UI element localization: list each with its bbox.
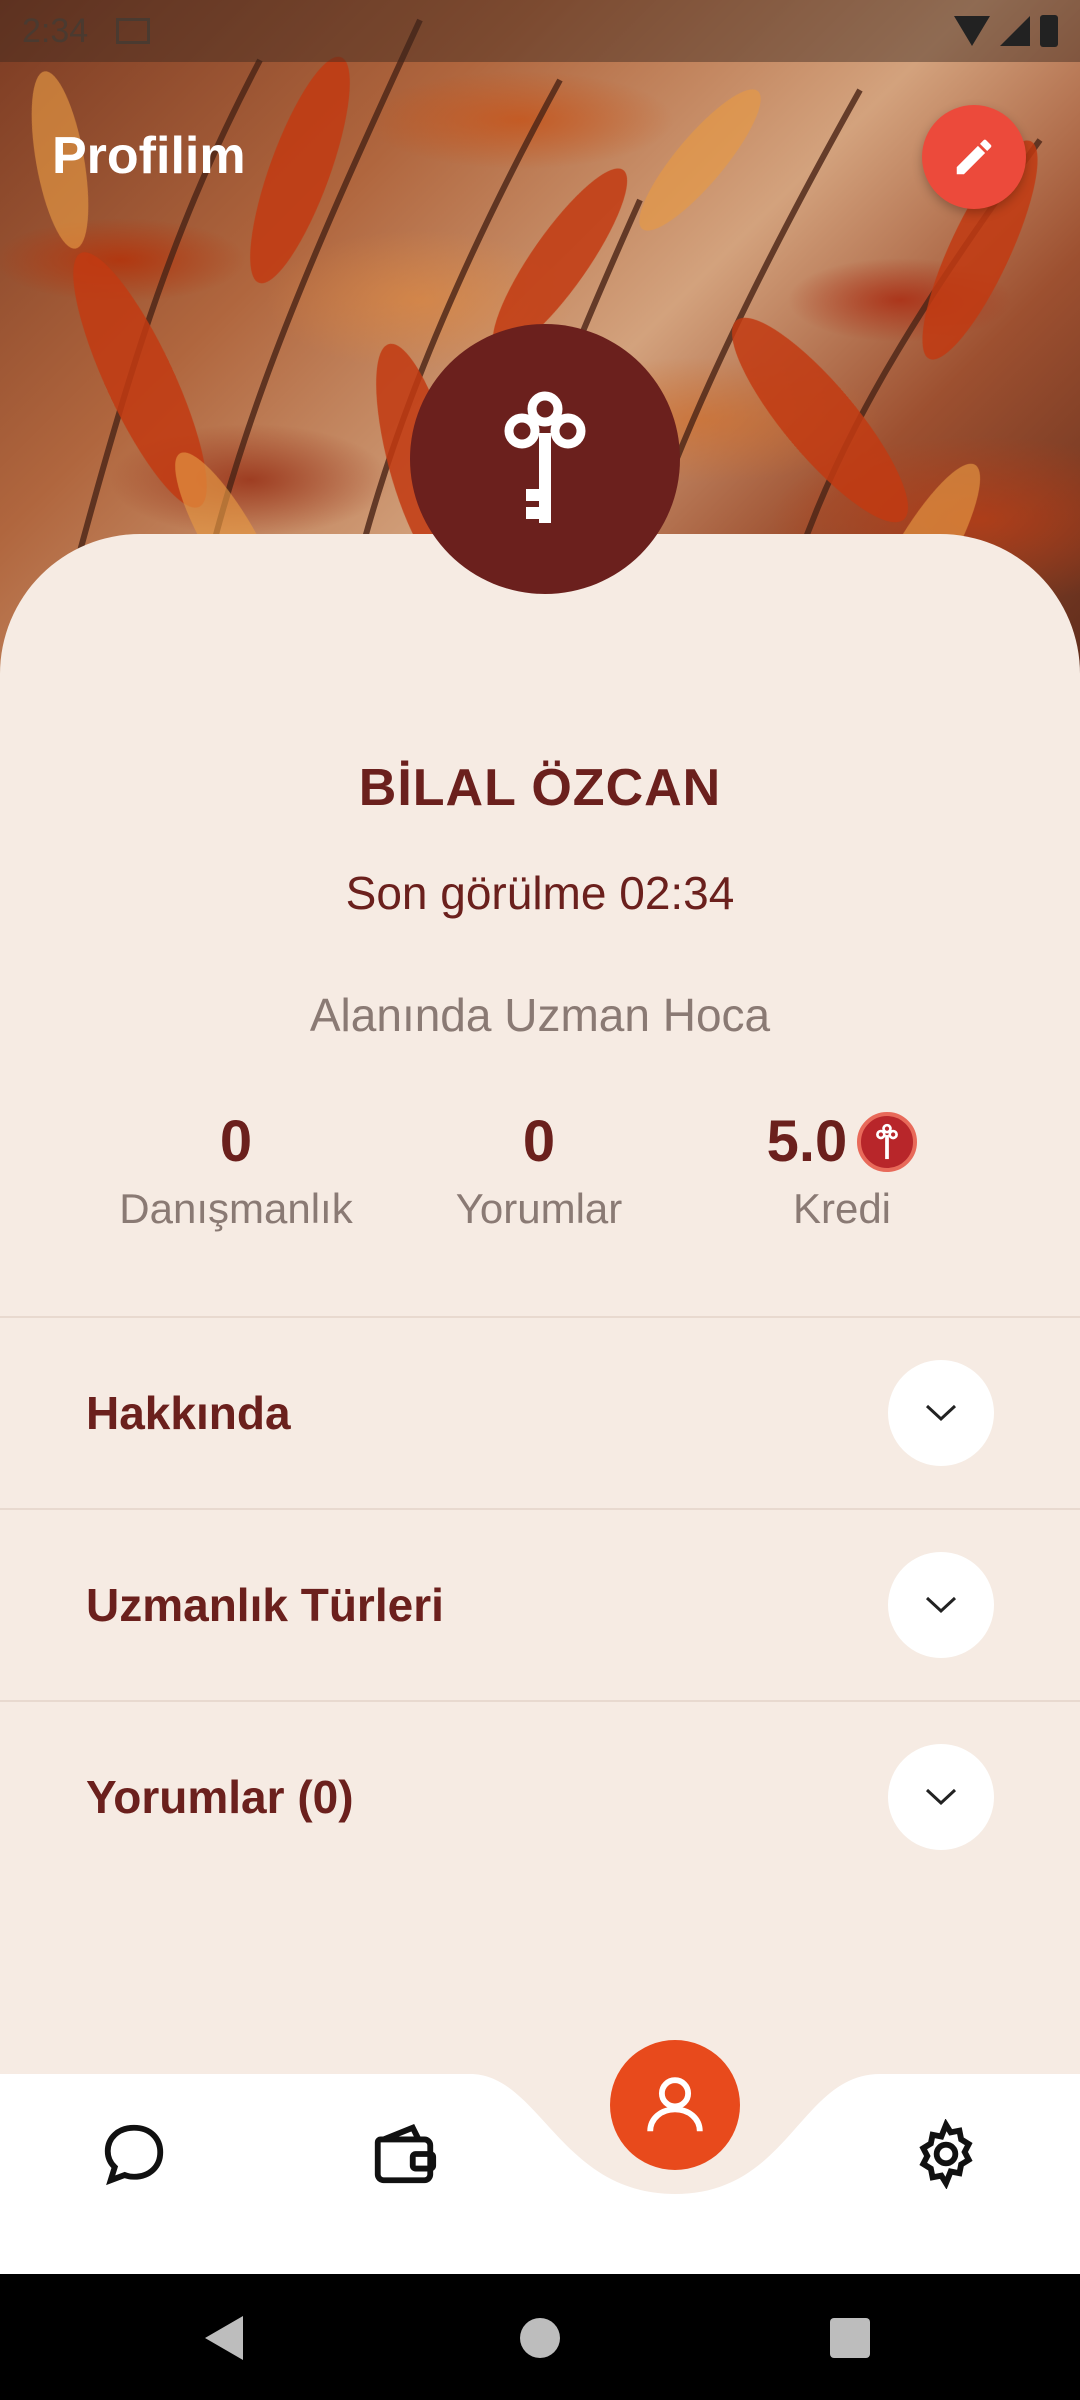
key-icon (504, 391, 586, 523)
stat-reviews-label: Yorumlar (455, 1185, 623, 1232)
chevron-down-icon (925, 1596, 957, 1614)
page-title: Profilim (52, 127, 246, 185)
expand-expertise-button[interactable] (888, 1552, 994, 1658)
status-bar: 2:34 (0, 0, 1080, 62)
edit-profile-button[interactable] (922, 105, 1026, 209)
stat-credit-value: 5.0 (766, 1109, 848, 1174)
profile-icon (647, 2077, 703, 2132)
nav-wallet[interactable] (354, 2104, 454, 2204)
section-about[interactable]: Hakkında (0, 1318, 1080, 1508)
profile-name: BİLAL ÖZCAN (358, 759, 722, 817)
stat-reviews-value: 0 (522, 1109, 556, 1174)
settings-icon (919, 2119, 973, 2189)
last-seen-text: Son görülme 02:34 (345, 867, 735, 919)
chevron-down-icon (925, 1788, 957, 1806)
section-reviews-label: Yorumlar (0) (86, 1771, 354, 1823)
chevron-down-icon (925, 1404, 957, 1422)
home-icon[interactable] (520, 2318, 560, 2358)
expand-about-button[interactable] (888, 1360, 994, 1466)
stat-consultations: 0 Danışmanlık (86, 1108, 386, 1233)
section-reviews[interactable]: Yorumlar (0) (0, 1702, 1080, 1892)
stats-row: 0 Danışmanlık 0 Yorumlar 5.0 Kredi (0, 1108, 1080, 1248)
wifi-icon (954, 16, 990, 46)
wallet-icon (374, 2124, 437, 2184)
back-icon[interactable] (205, 2316, 243, 2360)
status-time: 2:34 (22, 11, 89, 50)
stat-consultations-label: Danışmanlık (119, 1185, 353, 1232)
nav-profile-active-button[interactable] (610, 2040, 740, 2170)
nav-settings[interactable] (896, 2104, 996, 2204)
status-icons (954, 15, 1058, 47)
expand-reviews-button[interactable] (888, 1744, 994, 1850)
avatar[interactable] (410, 324, 680, 594)
chat-icon (104, 2124, 164, 2186)
nav-chat[interactable] (84, 2104, 184, 2204)
stat-credit-label: Kredi (792, 1185, 892, 1232)
cell-signal-icon (1000, 16, 1030, 46)
mail-notification-icon (116, 18, 151, 44)
profile-title: Alanında Uzman Hoca (309, 989, 771, 1041)
recent-apps-icon[interactable] (830, 2318, 870, 2358)
stat-consultations-value: 0 (219, 1109, 253, 1174)
credit-coin-icon (857, 1111, 918, 1172)
system-navigation-bar (0, 2274, 1080, 2400)
section-expertise-label: Uzmanlık Türleri (86, 1579, 444, 1631)
section-about-label: Hakkında (86, 1387, 291, 1439)
stat-reviews: 0 Yorumlar (389, 1108, 689, 1233)
bottom-navigation (0, 2074, 1080, 2274)
pencil-icon (956, 139, 992, 175)
battery-icon (1040, 15, 1058, 47)
stat-credit: 5.0 Kredi (692, 1108, 992, 1233)
section-expertise[interactable]: Uzmanlık Türleri (0, 1510, 1080, 1700)
